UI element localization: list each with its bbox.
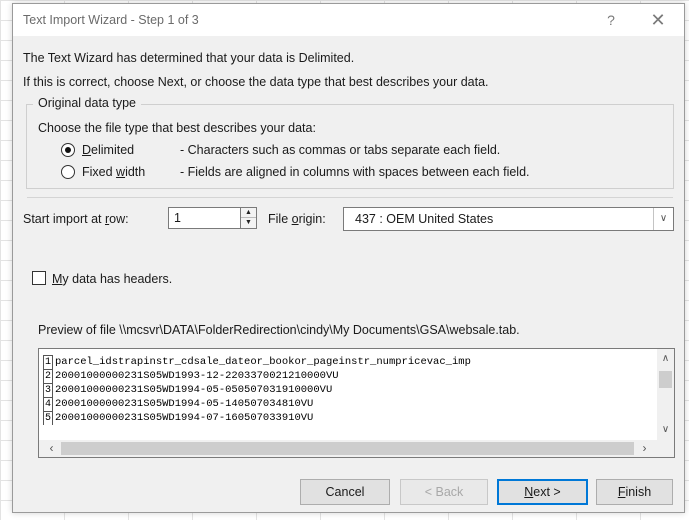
title-bar: Text Import Wizard - Step 1 of 3 ? ✕ — [13, 4, 684, 36]
preview-label: Preview of file \\mcsvr\DATA\FolderRedir… — [38, 323, 520, 337]
start-row-input[interactable]: 1 — [168, 207, 241, 229]
row-number: 2 — [43, 369, 53, 383]
divider — [27, 197, 673, 198]
finish-button[interactable]: Finish — [596, 479, 673, 505]
radio-fixed-width[interactable] — [61, 165, 75, 179]
row-number: 4 — [43, 397, 53, 411]
intro-line-2: If this is correct, choose Next, or choo… — [23, 75, 489, 89]
chevron-right-icon[interactable]: › — [636, 440, 653, 457]
delimited-description: - Characters such as commas or tabs sepa… — [180, 143, 501, 157]
close-icon: ✕ — [650, 10, 666, 30]
window-title: Text Import Wizard - Step 1 of 3 — [23, 13, 199, 27]
text-import-wizard-dialog: Text Import Wizard - Step 1 of 3 ? ✕ The… — [12, 3, 685, 513]
triangle-up-icon[interactable]: ▲ — [241, 208, 256, 218]
preview-row: 3 20001000000231S05WD1994-05-050507031910… — [43, 383, 655, 397]
horizontal-scroll-thumb[interactable] — [61, 442, 634, 455]
vertical-scroll-thumb[interactable] — [659, 371, 672, 388]
chevron-up-icon[interactable]: ∧ — [657, 350, 674, 367]
intro-line-1: The Text Wizard has determined that your… — [23, 51, 355, 65]
file-origin-select[interactable]: 437 : OEM United States ∨ — [343, 207, 674, 231]
fixed-width-description: - Fields are aligned in columns with spa… — [180, 165, 530, 179]
radio-delimited-label[interactable]: Delimited — [82, 143, 134, 157]
row-text: 20001000000231S05WD1994-05-0505070319100… — [55, 384, 333, 396]
row-text: parcel_idstrapinstr_cdsale_dateor_bookor… — [55, 356, 471, 368]
start-row-label: Start import at row: — [23, 212, 129, 226]
next-button[interactable]: Next > — [497, 479, 588, 505]
preview-row: 2 20001000000231S05WD1993-12-220337002121… — [43, 369, 655, 383]
back-button[interactable]: < Back — [400, 479, 488, 505]
chevron-down-icon[interactable]: ∨ — [653, 208, 673, 230]
row-number: 5 — [43, 411, 53, 425]
triangle-down-icon[interactable]: ▼ — [241, 218, 256, 228]
file-origin-label: File origin: — [268, 212, 326, 226]
row-number: 1 — [43, 355, 53, 369]
horizontal-scrollbar[interactable]: ‹ › — [39, 440, 674, 457]
help-button[interactable]: ? — [599, 9, 623, 31]
chevron-left-icon[interactable]: ‹ — [43, 440, 60, 457]
preview-pane[interactable]: 1 parcel_idstrapinstr_cdsale_dateor_booko… — [38, 348, 675, 458]
vertical-scrollbar[interactable]: ∧ ∨ — [657, 349, 674, 440]
cancel-button[interactable]: Cancel — [300, 479, 390, 505]
headers-checkbox[interactable] — [32, 271, 46, 285]
row-text: 20001000000231S05WD1994-07-160507033910V… — [55, 412, 314, 424]
preview-row: 4 20001000000231S05WD1994-05-140507034810… — [43, 397, 655, 411]
file-type-prompt: Choose the file type that best describes… — [38, 121, 316, 135]
row-number: 3 — [43, 383, 53, 397]
original-data-type-legend: Original data type — [33, 96, 141, 110]
file-origin-value: 437 : OEM United States — [355, 212, 494, 226]
radio-fixed-width-label[interactable]: Fixed width — [82, 165, 145, 179]
row-text: 20001000000231S05WD1993-12-2203370021210… — [55, 370, 339, 382]
close-button[interactable]: ✕ — [641, 7, 675, 33]
row-text: 20001000000231S05WD1994-05-140507034810V… — [55, 398, 314, 410]
preview-rows: 1 parcel_idstrapinstr_cdsale_dateor_booko… — [43, 355, 655, 439]
start-row-spinner: ▲ ▼ — [241, 207, 257, 229]
preview-row: 1 parcel_idstrapinstr_cdsale_dateor_booko… — [43, 355, 655, 369]
preview-row: 5 20001000000231S05WD1994-07-160507033910… — [43, 411, 655, 425]
headers-checkbox-label[interactable]: My data has headers. — [52, 272, 172, 286]
chevron-down-icon[interactable]: ∨ — [657, 421, 674, 438]
radio-delimited[interactable] — [61, 143, 75, 157]
